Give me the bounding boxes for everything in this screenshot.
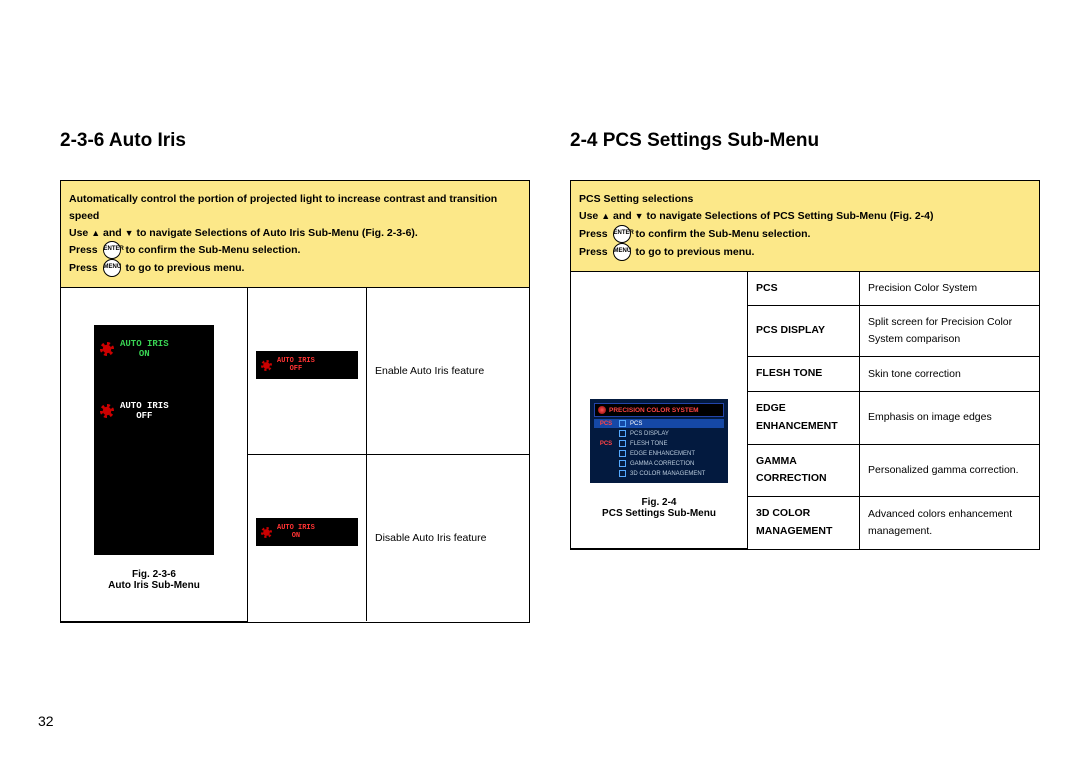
fig-caption: Auto Iris Sub-Menu <box>108 580 200 591</box>
osd-screen: AUTO IRIS ON AUTO IRIS OFF <box>94 325 214 555</box>
fan-icon <box>261 360 272 371</box>
right-table: PRECISION COLOR SYSTEM PCSPCS PCS DISPLA… <box>571 272 1039 550</box>
row-label: FLESH TONE <box>748 357 860 392</box>
fan-icon <box>100 404 114 418</box>
enter-button-icon: ENTER <box>613 225 631 243</box>
page-number: 32 <box>38 713 54 729</box>
pcs-preview-cell: PRECISION COLOR SYSTEM PCSPCS PCS DISPLA… <box>571 272 748 549</box>
right-yellow-header: PCS Setting selections Use and to naviga… <box>571 181 1039 272</box>
right-heading: 2-4 PCS Settings Sub-Menu <box>570 130 1040 152</box>
fig-num: Fig. 2-3-6 <box>132 569 176 580</box>
osd-preview-cell: AUTO IRIS ON AUTO IRIS OFF <box>61 288 248 621</box>
left-column: 2-3-6 Auto Iris Automatically control th… <box>60 130 530 623</box>
row-desc: Personalized gamma correction. <box>860 444 1040 497</box>
pcs-screen: PRECISION COLOR SYSTEM PCSPCS PCS DISPLA… <box>590 399 728 483</box>
menu-button-icon: MENU <box>103 259 121 277</box>
row-label: EDGE ENHANCEMENT <box>748 391 860 444</box>
left-heading: 2-3-6 Auto Iris <box>60 130 530 152</box>
row1-desc: Enable Auto Iris feature <box>367 288 530 455</box>
row-label: 3D COLOR MANAGEMENT <box>748 497 860 549</box>
left-table: AUTO IRIS ON AUTO IRIS OFF <box>61 288 529 622</box>
right-box: PCS Setting selections Use and to naviga… <box>570 180 1040 550</box>
fig-caption: PCS Settings Sub-Menu <box>602 508 716 519</box>
left-yellow-header: Automatically control the portion of pro… <box>61 181 529 288</box>
row2-desc: Disable Auto Iris feature <box>367 455 530 622</box>
small-osd-off: AUTO IRIS OFF <box>256 351 358 379</box>
row-desc: Precision Color System <box>860 272 1040 306</box>
fig-num: Fig. 2-4 <box>641 497 676 508</box>
small-osd-on: AUTO IRIS ON <box>256 518 358 546</box>
row1-icon-cell: AUTO IRIS OFF <box>248 288 367 455</box>
fan-icon <box>261 527 272 538</box>
row-label: PCS <box>748 272 860 306</box>
left-box: Automatically control the portion of pro… <box>60 180 530 623</box>
right-column: 2-4 PCS Settings Sub-Menu PCS Setting se… <box>570 130 1040 623</box>
row-desc: Advanced colors enhancement management. <box>860 497 1040 549</box>
enter-button-icon: ENTER <box>103 241 121 259</box>
menu-button-icon: MENU <box>613 243 631 261</box>
fan-icon <box>100 342 114 356</box>
up-arrow-icon <box>601 210 610 222</box>
row-desc: Skin tone correction <box>860 357 1040 392</box>
row2-icon-cell: AUTO IRIS ON <box>248 455 367 622</box>
row-desc: Emphasis on image edges <box>860 391 1040 444</box>
left-line1: Automatically control the portion of pro… <box>69 193 497 222</box>
pcs-screen-title: PRECISION COLOR SYSTEM <box>594 403 724 417</box>
row-label: GAMMA CORRECTION <box>748 444 860 497</box>
row-label: PCS DISPLAY <box>748 306 860 357</box>
down-arrow-icon <box>125 227 134 239</box>
down-arrow-icon <box>635 210 644 222</box>
up-arrow-icon <box>91 227 100 239</box>
row-desc: Split screen for Precision Color System … <box>860 306 1040 357</box>
